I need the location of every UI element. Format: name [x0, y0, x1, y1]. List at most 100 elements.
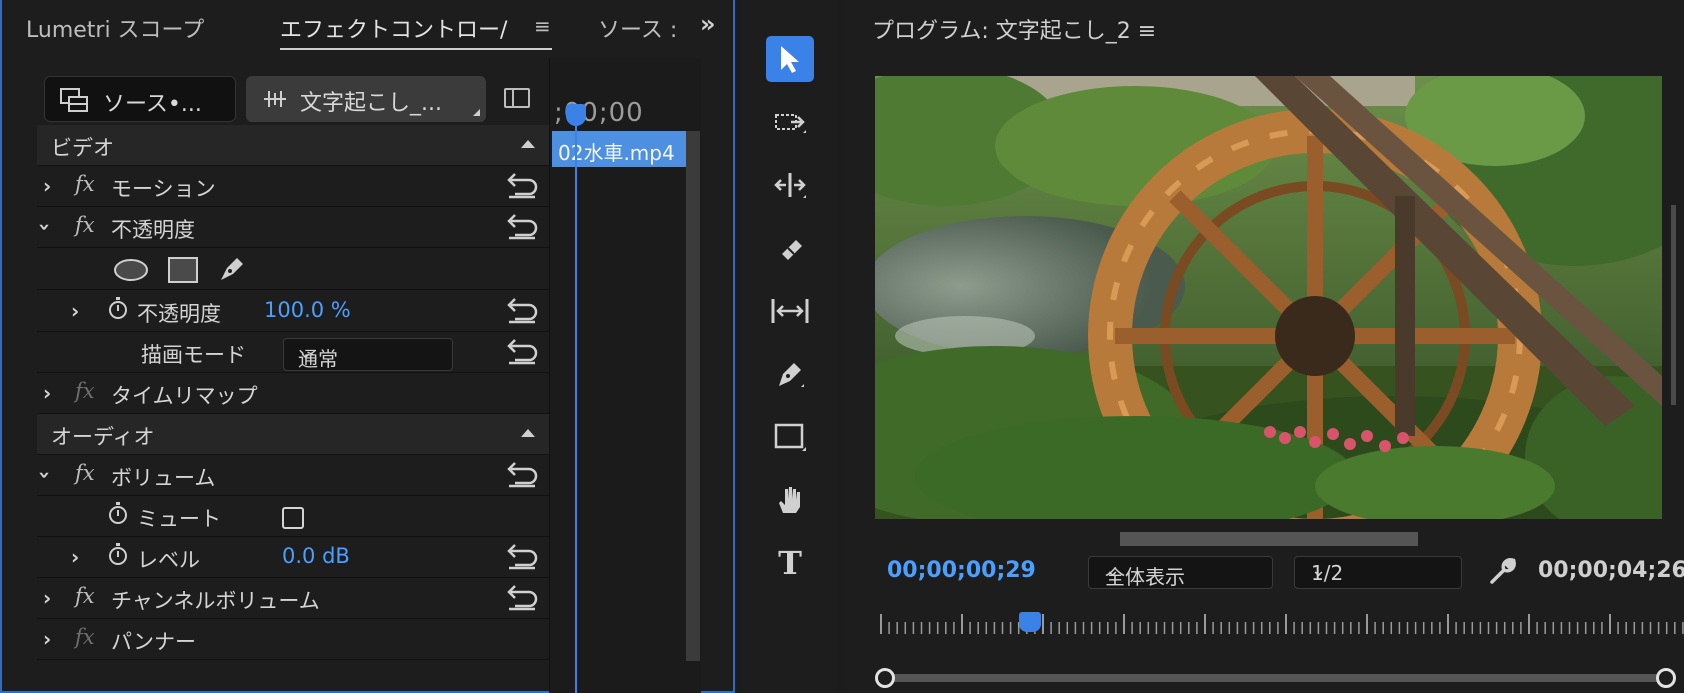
reset-icon[interactable] — [503, 543, 539, 571]
blend-mode-select[interactable]: 通常 ⌄ — [283, 338, 453, 371]
hand-tool[interactable] — [766, 477, 814, 523]
reset-icon[interactable] — [503, 213, 539, 241]
audio-section-header[interactable]: オーディオ — [37, 414, 549, 455]
stopwatch-icon[interactable] — [109, 297, 127, 319]
stopwatch-icon[interactable] — [109, 543, 127, 565]
playhead-handle[interactable] — [566, 104, 586, 126]
panner-label: パンナー — [111, 630, 197, 654]
level-parameter-row[interactable]: › レベル 0.0 dB — [37, 537, 549, 578]
reset-icon[interactable] — [503, 172, 539, 200]
chevron-right-icon[interactable]: › — [43, 627, 51, 651]
active-tab-underline — [280, 48, 552, 50]
blend-mode-label: 描画モード — [141, 343, 246, 367]
source-clip-label: ソース•... — [103, 92, 202, 117]
rectangle-icon — [774, 423, 806, 451]
fx-icon[interactable]: fx — [75, 213, 95, 237]
source-clip-selector[interactable]: ソース•... — [44, 76, 236, 122]
type-tool[interactable]: T — [766, 540, 814, 586]
video-frame[interactable] — [875, 76, 1662, 519]
monitor-vertical-scrollbar[interactable] — [1671, 205, 1676, 405]
level-value[interactable]: 0.0 dB — [282, 544, 350, 568]
tab-menu-icon[interactable]: ≡ — [534, 14, 551, 38]
selection-tool[interactable] — [766, 36, 814, 82]
zoom-handle-right[interactable] — [1656, 668, 1676, 688]
monitor-horizontal-scrollbar[interactable] — [1120, 532, 1418, 546]
audio-section-label: オーディオ — [51, 425, 155, 449]
vertical-scrollbar[interactable] — [686, 131, 700, 661]
motion-label: モーション — [111, 177, 216, 201]
effect-row-panner[interactable]: › fx パンナー — [37, 619, 549, 660]
program-monitor-title[interactable]: プログラム: 文字起こし_2 ≡ — [872, 13, 1156, 45]
mute-label: ミュート — [137, 507, 221, 531]
zoom-scroll-bar[interactable] — [884, 674, 1668, 682]
playback-resolution-select[interactable]: 1/2 ⌄ — [1294, 556, 1462, 589]
chevron-down-icon: ⌄ — [1105, 560, 1121, 581]
tab-source[interactable]: ソース : — [598, 12, 677, 44]
razor-tool[interactable] — [766, 225, 814, 271]
reset-icon[interactable] — [503, 338, 539, 366]
collapse-arrow-icon[interactable] — [521, 429, 535, 437]
rectangle-mask-icon[interactable] — [167, 256, 199, 284]
opacity-parameter-row[interactable]: › 不透明度 100.0 % — [37, 291, 549, 332]
ellipse-mask-icon[interactable] — [113, 258, 149, 282]
effect-row-channel-volume[interactable]: › fx チャンネルボリューム — [37, 578, 549, 619]
sequence-icon — [264, 91, 286, 107]
video-section-label: ビデオ — [51, 136, 114, 160]
chevron-down-icon[interactable]: › — [33, 223, 57, 231]
time-ruler[interactable] — [875, 612, 1684, 642]
zoom-level-select[interactable]: 全体表示 ⌄ — [1088, 556, 1273, 589]
pen-tool[interactable] — [766, 351, 814, 397]
tab-overflow-icon[interactable]: » — [700, 10, 716, 38]
ripple-edit-tool[interactable] — [766, 162, 814, 208]
duration-timecode: 00;00;04;26 — [1538, 558, 1684, 583]
chevron-right-icon[interactable]: › — [43, 586, 51, 610]
chevron-right-icon[interactable]: › — [43, 381, 51, 405]
chevron-down-icon[interactable]: › — [33, 471, 57, 479]
wrench-icon[interactable] — [1486, 556, 1518, 588]
current-timecode[interactable]: 00;00;00;29 — [887, 558, 1036, 583]
fx-icon[interactable]: fx — [75, 584, 95, 608]
fx-icon[interactable]: fx — [75, 461, 95, 485]
effect-row-motion[interactable]: › fx モーション — [37, 166, 549, 207]
zoom-handle-left[interactable] — [875, 668, 895, 688]
rectangle-tool[interactable] — [766, 414, 814, 460]
stopwatch-icon[interactable] — [109, 502, 127, 524]
opacity-label: 不透明度 — [111, 218, 195, 242]
slip-tool[interactable] — [766, 288, 814, 334]
tab-lumetri-scopes[interactable]: Lumetri スコープ — [26, 12, 204, 44]
chevron-down-icon: ⌄ — [1311, 560, 1327, 581]
track-select-icon — [775, 114, 806, 133]
mute-checkbox[interactable] — [282, 507, 304, 529]
volume-label: ボリューム — [111, 466, 216, 490]
toggle-timeline-view-icon[interactable] — [504, 88, 530, 108]
playhead-line[interactable] — [575, 118, 577, 693]
chevron-right-icon[interactable]: › — [71, 299, 79, 323]
fx-icon: fx — [75, 625, 95, 649]
fx-icon[interactable]: fx — [75, 172, 95, 196]
reset-icon[interactable] — [503, 461, 539, 489]
mask-tools-row — [37, 248, 549, 290]
time-remap-label: タイムリマップ — [111, 384, 258, 408]
chevron-right-icon[interactable]: › — [43, 174, 51, 198]
slip-icon — [771, 299, 809, 323]
program-monitor-title-text: プログラム: 文字起こし_2 — [872, 19, 1131, 44]
opacity-value[interactable]: 100.0 % — [264, 298, 351, 322]
level-label: レベル — [137, 548, 200, 572]
effect-row-volume[interactable]: › fx ボリューム — [33, 455, 549, 496]
effect-row-time-remap[interactable]: › fx タイムリマップ — [37, 373, 549, 414]
collapse-arrow-icon[interactable] — [521, 140, 535, 148]
ruler-playhead-handle[interactable] — [1019, 612, 1041, 632]
clip-bar[interactable]: 02水車.mp4 — [552, 131, 686, 167]
panel-menu-icon[interactable]: ≡ — [1138, 19, 1156, 44]
sequence-clip-selector[interactable]: 文字起こし_... — [246, 76, 486, 122]
video-section-header[interactable]: ビデオ — [37, 125, 549, 166]
reset-icon[interactable] — [503, 297, 539, 325]
arrow-cursor-icon — [781, 46, 799, 73]
chevron-right-icon[interactable]: › — [71, 545, 79, 569]
track-select-tool[interactable] — [766, 99, 814, 145]
reset-icon[interactable] — [503, 584, 539, 612]
hand-icon — [779, 487, 800, 513]
tab-effect-controls[interactable]: エフェクトコントロー/ — [280, 12, 507, 44]
effect-row-opacity[interactable]: › fx 不透明度 — [33, 207, 549, 248]
pen-mask-icon[interactable] — [217, 254, 247, 284]
